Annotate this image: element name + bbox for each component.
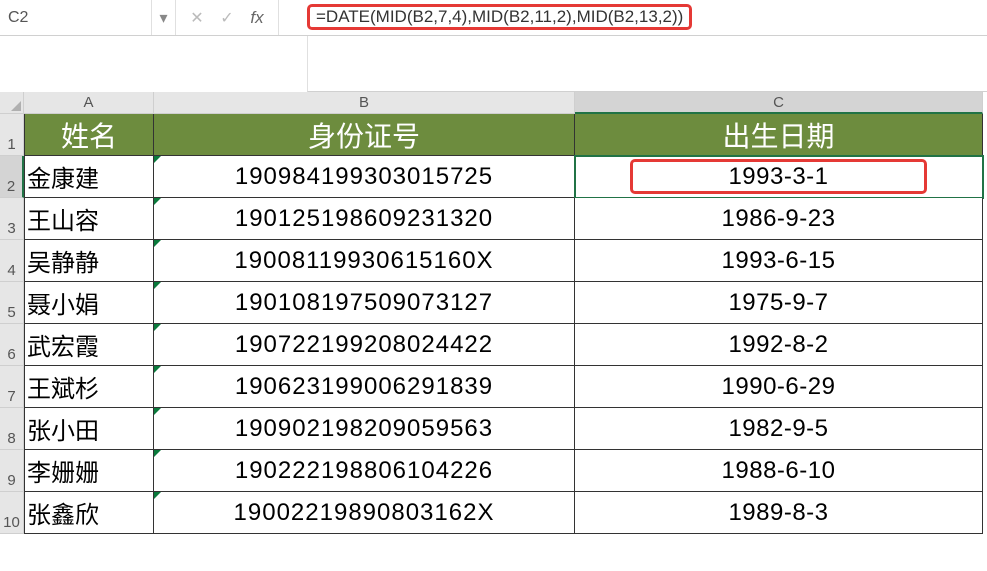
row-header-4[interactable]: 4 [0,240,24,282]
row-header-1[interactable]: 1 [0,114,24,156]
cell-C4[interactable]: 1993-6-15 [575,240,983,282]
cell-A9[interactable]: 李姗姗 [24,450,154,492]
cell-A5[interactable]: 聂小娟 [24,282,154,324]
cell-B6[interactable]: 190722199208024422 [154,324,575,366]
cancel-icon: ✕ [190,8,203,28]
name-box-dropdown[interactable]: ▾ [152,0,176,35]
row-header-10[interactable]: 10 [0,492,24,534]
enter-button[interactable]: ✓ [212,0,242,35]
row-header-2[interactable]: 2 [0,156,24,198]
cell-C10[interactable]: 1989-8-3 [575,492,983,534]
row-header-6[interactable]: 6 [0,324,24,366]
cell-A7[interactable]: 王斌杉 [24,366,154,408]
fx-icon: fx [250,8,263,28]
cell-C2[interactable]: 1993-3-1 [575,156,983,198]
row-header-8[interactable]: 8 [0,408,24,450]
cell-A4[interactable]: 吴静静 [24,240,154,282]
name-box[interactable]: C2 [0,0,152,35]
header-cell-id[interactable]: 身份证号 [154,114,575,156]
row-header-7[interactable]: 7 [0,366,24,408]
formula-bar: C2 ▾ ✕ ✓ fx =DATE(MID(B2,7,4),MID(B2,11,… [0,0,987,36]
cell-C3[interactable]: 1986-9-23 [575,198,983,240]
cell-A6[interactable]: 武宏霞 [24,324,154,366]
chevron-down-icon: ▾ [159,8,167,28]
header-cell-date[interactable]: 出生日期 [575,114,983,156]
column-header-A[interactable]: A [24,92,154,114]
cell-C5[interactable]: 1975-9-7 [575,282,983,324]
cell-C6[interactable]: 1992-8-2 [575,324,983,366]
column-header-B[interactable]: B [154,92,575,114]
check-icon: ✓ [220,8,233,28]
header-cell-name[interactable]: 姓名 [24,114,154,156]
cell-A10[interactable]: 张鑫欣 [24,492,154,534]
cell-C9[interactable]: 1988-6-10 [575,450,983,492]
cell-A3[interactable]: 王山容 [24,198,154,240]
cell-B3[interactable]: 190125198609231320 [154,198,575,240]
formula-text: =DATE(MID(B2,7,4),MID(B2,11,2),MID(B2,13… [316,7,683,27]
cell-B2[interactable]: 190984199303015725 [154,156,575,198]
cell-B4[interactable]: 19008119930615160X [154,240,575,282]
cell-B10[interactable]: 19002219890803162X [154,492,575,534]
formula-bar-expanded [307,36,987,92]
cell-B8[interactable]: 190902198209059563 [154,408,575,450]
cancel-button[interactable]: ✕ [182,0,212,35]
cell-C7[interactable]: 1990-6-29 [575,366,983,408]
cell-A2[interactable]: 金康建 [24,156,154,198]
cell-A8[interactable]: 张小田 [24,408,154,450]
formula-bar-controls: ✕ ✓ fx [176,0,279,35]
cell-B7[interactable]: 190623199006291839 [154,366,575,408]
insert-function-button[interactable]: fx [242,0,272,35]
row-header-3[interactable]: 3 [0,198,24,240]
cell-B9[interactable]: 190222198806104226 [154,450,575,492]
column-header-C[interactable]: C [575,92,983,114]
cell-B5[interactable]: 190108197509073127 [154,282,575,324]
row-header-9[interactable]: 9 [0,450,24,492]
formula-input[interactable]: =DATE(MID(B2,7,4),MID(B2,11,2),MID(B2,13… [307,4,692,30]
cell-C8[interactable]: 1982-9-5 [575,408,983,450]
spreadsheet-grid[interactable]: A B C 1 姓名 身份证号 出生日期 2 金康建 1909841993030… [0,92,987,534]
select-all-corner[interactable] [0,92,24,114]
row-header-5[interactable]: 5 [0,282,24,324]
